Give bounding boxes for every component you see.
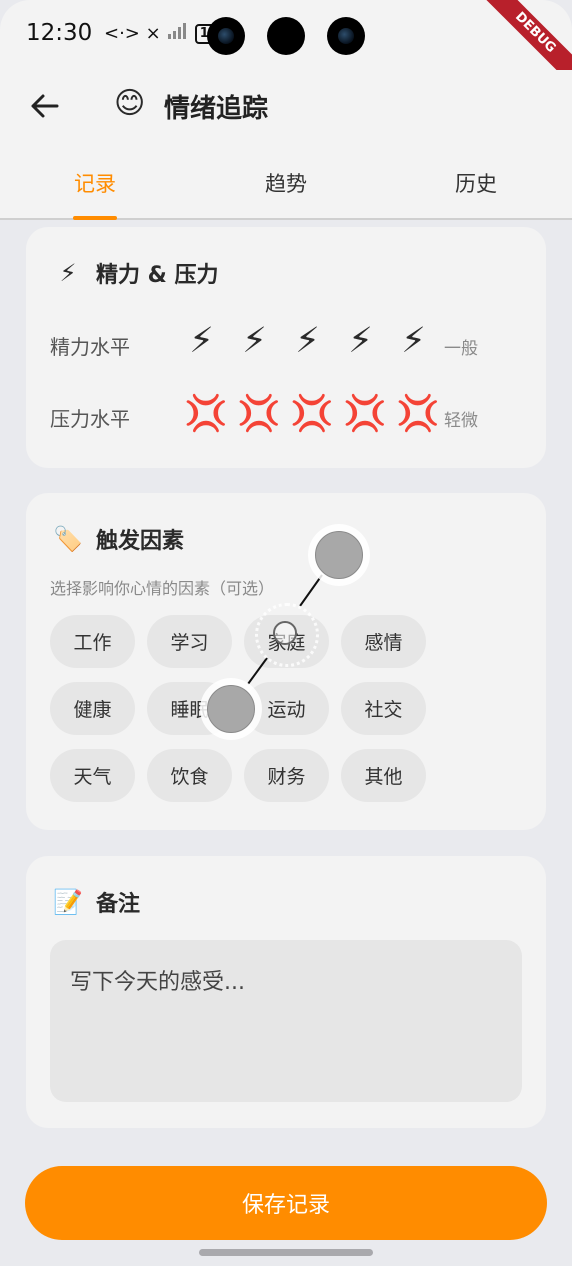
phone-screen: 12:30 <·> × 100 DEBUG 😊 情绪追踪	[0, 0, 572, 1266]
touch-point-2	[207, 685, 255, 733]
touch-point-1	[315, 531, 363, 579]
pinch-center-dot	[273, 621, 297, 645]
